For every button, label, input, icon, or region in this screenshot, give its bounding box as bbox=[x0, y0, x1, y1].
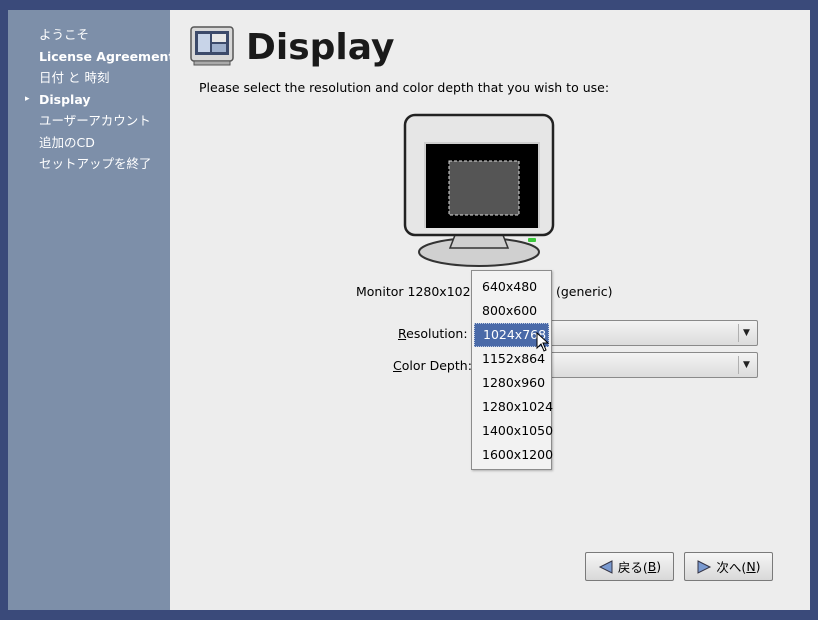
sidebar-step-label: 追加のCD bbox=[39, 134, 95, 150]
setup-steps-sidebar: ようこそ License Agreement 日付 と 時刻 ▸ Display … bbox=[8, 10, 174, 610]
monitor-type-text: (generic) bbox=[556, 284, 613, 299]
resolution-option[interactable]: 800x600 bbox=[474, 299, 549, 323]
sidebar-step-display: ▸ Display bbox=[8, 89, 170, 111]
resolution-label: Resolution: bbox=[398, 326, 468, 341]
resolution-dropdown-list[interactable]: 640x480 800x600 1024x768 1152x864 1280x9… bbox=[471, 270, 553, 470]
next-arrow-icon bbox=[697, 559, 712, 574]
sidebar-step-label: Display bbox=[39, 91, 91, 107]
resolution-option[interactable]: 1280x960 bbox=[474, 371, 549, 395]
sidebar-step-finish: セットアップを終了 bbox=[8, 153, 170, 175]
instructions-text: Please select the resolution and color d… bbox=[199, 80, 610, 95]
back-arrow-icon bbox=[598, 559, 613, 574]
button-label: 戻る( bbox=[617, 560, 648, 575]
main-panel: Display Please select the resolution and… bbox=[170, 10, 810, 610]
sidebar-step-additional-cd: 追加のCD bbox=[8, 132, 170, 154]
resolution-option[interactable]: 1280x1024 bbox=[474, 395, 553, 419]
sidebar-step-label: セットアップを終了 bbox=[39, 156, 152, 171]
sidebar-step-welcome: ようこそ bbox=[8, 24, 170, 46]
button-label: ) bbox=[755, 559, 761, 574]
mouse-pointer-icon bbox=[536, 332, 550, 352]
sidebar-step-license: License Agreement bbox=[8, 46, 174, 68]
color-depth-label: Color Depth: bbox=[393, 358, 472, 373]
resolution-option[interactable]: 1400x1050 bbox=[474, 419, 553, 443]
monitor-name-text: Monitor 1280x1024 bbox=[356, 284, 479, 299]
sidebar-step-date-time: 日付 と 時刻 bbox=[8, 67, 170, 89]
label-text: olor Depth: bbox=[401, 358, 472, 373]
sidebar-step-label: ユーザーアカウント bbox=[39, 113, 151, 128]
resolution-option[interactable]: 1600x1200 bbox=[474, 443, 553, 467]
current-step-marker-icon: ▸ bbox=[25, 93, 30, 104]
sidebar-step-label: ようこそ bbox=[39, 27, 90, 42]
label-mnemonic: C bbox=[393, 358, 402, 373]
back-button[interactable]: 戻る(B) bbox=[585, 552, 674, 581]
sidebar-step-label: 日付 と 時刻 bbox=[39, 70, 110, 85]
button-mnemonic: N bbox=[746, 559, 756, 574]
label-text: esolution: bbox=[406, 326, 468, 341]
chevron-down-icon[interactable]: ▼ bbox=[738, 356, 754, 374]
button-label: ) bbox=[656, 559, 662, 574]
resolution-option[interactable]: 640x480 bbox=[474, 275, 549, 299]
page-title: Display bbox=[246, 27, 395, 68]
sidebar-step-user-account: ユーザーアカウント bbox=[8, 110, 170, 132]
chevron-down-icon[interactable]: ▼ bbox=[738, 324, 754, 342]
next-button[interactable]: 次へ(N) bbox=[684, 552, 773, 581]
display-settings-icon bbox=[190, 26, 234, 66]
button-mnemonic: B bbox=[647, 559, 657, 574]
label-mnemonic: R bbox=[398, 326, 407, 341]
monitor-illustration bbox=[403, 113, 555, 267]
button-label: 次へ( bbox=[716, 560, 747, 575]
sidebar-step-label: License Agreement bbox=[39, 48, 175, 64]
